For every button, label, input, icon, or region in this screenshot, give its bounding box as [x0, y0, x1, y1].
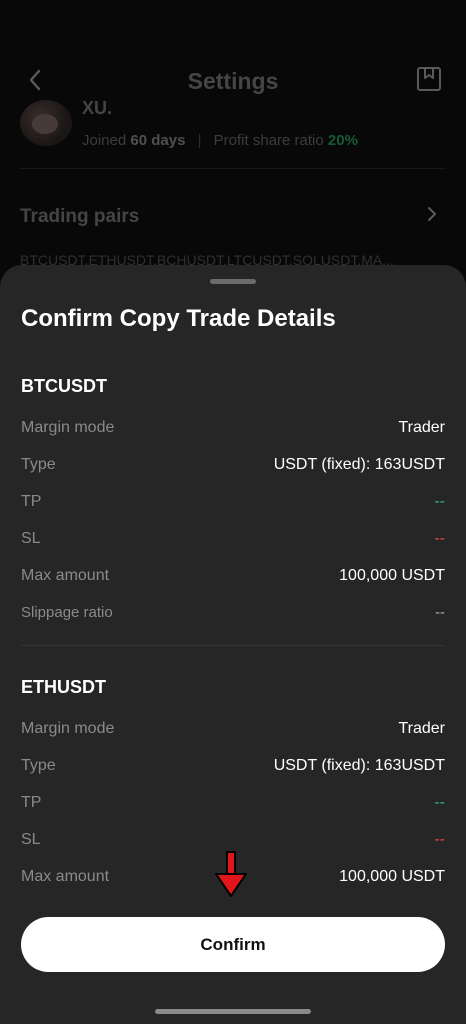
- system-nav-bar: [0, 1005, 466, 1024]
- detail-row-type: Type USDT (fixed): 163USDT: [21, 749, 445, 786]
- row-value: USDT (fixed): 163USDT: [273, 456, 445, 473]
- row-value: USDT (fixed): 163USDT: [273, 757, 445, 774]
- row-label: Type: [21, 456, 56, 473]
- row-label: Slippage ratio: [21, 604, 113, 621]
- detail-row-max-amount: Max amount 100,000 USDT: [21, 559, 445, 596]
- annotation-down-arrow-icon: [215, 851, 247, 897]
- row-value: --: [434, 831, 445, 848]
- sheet-title: Confirm Copy Trade Details: [21, 305, 336, 332]
- row-label: Margin mode: [21, 720, 115, 737]
- row-value: 100,000 USDT: [339, 567, 445, 584]
- confirm-button[interactable]: Confirm: [21, 917, 445, 972]
- pair-name: ETHUSDT: [21, 677, 106, 697]
- row-label: SL: [21, 530, 41, 547]
- row-value: Trader: [398, 419, 445, 436]
- detail-row-tp: TP --: [21, 485, 445, 522]
- detail-row-tp: TP --: [21, 786, 445, 823]
- row-value: --: [434, 493, 445, 510]
- row-label: Margin mode: [21, 419, 115, 436]
- detail-row-slippage-ratio: Slippage ratio --: [21, 596, 445, 633]
- sheet-drag-handle[interactable]: [210, 279, 256, 284]
- row-value: Trader: [398, 720, 445, 737]
- row-label: TP: [21, 794, 42, 811]
- divider: [21, 645, 445, 646]
- detail-row-sl: SL --: [21, 522, 445, 559]
- detail-row-type: Type USDT (fixed): 163USDT: [21, 448, 445, 485]
- row-value: --: [434, 794, 445, 811]
- home-indicator[interactable]: [155, 1009, 311, 1014]
- row-value: 100,000 USDT: [339, 868, 445, 885]
- detail-row-margin-mode: Margin mode Trader: [21, 411, 445, 448]
- row-label: TP: [21, 493, 42, 510]
- row-label: SL: [21, 831, 41, 848]
- row-value: --: [434, 530, 445, 547]
- pair-block-btcusdt: BTCUSDT Margin mode Trader Type USDT (fi…: [21, 371, 445, 633]
- row-value: --: [435, 604, 445, 621]
- row-label: Max amount: [21, 868, 110, 885]
- pair-name: BTCUSDT: [21, 376, 107, 396]
- row-label: Type: [21, 757, 56, 774]
- detail-row-margin-mode: Margin mode Trader: [21, 712, 445, 749]
- row-label: Max amount: [21, 567, 110, 584]
